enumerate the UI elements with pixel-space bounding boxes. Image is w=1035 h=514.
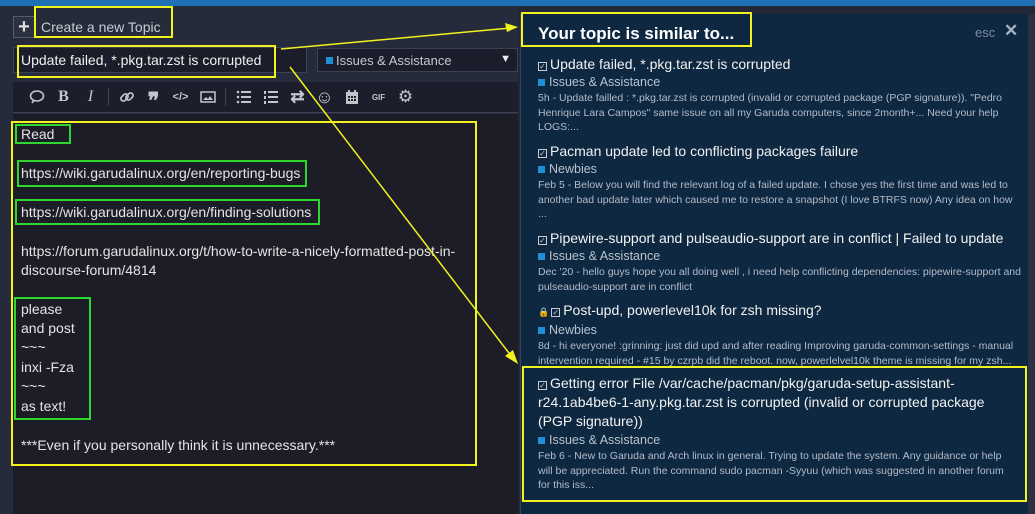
gif-icon[interactable]: GIF — [365, 86, 392, 108]
category-select[interactable]: Issues & Assistance ▼ — [317, 48, 518, 72]
checkbox-icon: ✓ — [551, 308, 561, 317]
bullet-list-icon[interactable] — [230, 86, 257, 108]
calendar-icon[interactable] — [338, 86, 365, 108]
checkbox-icon: ✓ — [538, 62, 547, 71]
similar-topic-item[interactable]: ✓ Pacman update led to conflicting packag… — [538, 142, 1024, 222]
topic-category: Newbies — [549, 323, 597, 337]
topic-excerpt: 8d - hi everyone! :grinning: just did up… — [538, 340, 1014, 367]
category-color-swatch — [538, 166, 545, 173]
toolbar-divider — [108, 88, 109, 106]
bold-icon[interactable]: B — [50, 86, 77, 108]
category-color-swatch — [326, 57, 333, 64]
annotation-box — [17, 45, 276, 78]
topic-category: Issues & Assistance — [549, 75, 661, 89]
similar-topic-item[interactable]: ✓ Update failed, *.pkg.tar.zst is corrupt… — [538, 55, 1024, 135]
emoji-icon[interactable]: ☺ — [311, 86, 338, 108]
toggle-direction-icon[interactable]: ⇄ — [284, 86, 311, 108]
annotation-box — [15, 199, 320, 225]
italic-icon[interactable]: I — [77, 86, 104, 108]
code-icon[interactable]: </> — [167, 86, 194, 108]
close-icon[interactable]: ✕ — [1004, 21, 1018, 41]
annotation-box — [14, 297, 91, 420]
topic-category: Newbies — [549, 162, 597, 176]
scrollbar-track[interactable] — [1028, 14, 1035, 514]
gear-icon[interactable]: ⚙ — [392, 86, 419, 108]
editor-toolbar: B I ❞ </> ⇄ ☺ GIF ⚙ — [13, 82, 518, 113]
topic-excerpt: Feb 5 - Below you will find the relevant… — [538, 179, 1013, 220]
checkbox-icon: ✓ — [538, 149, 547, 158]
lock-icon: 🔒 — [538, 307, 550, 317]
topic-excerpt: 5h - Update failled : *.pkg.tar.zst is c… — [538, 92, 1003, 133]
category-color-swatch — [538, 253, 545, 260]
plus-icon[interactable]: + — [13, 16, 35, 38]
topic-title[interactable]: Post-upd, powerlevel10k for zsh missing? — [563, 302, 821, 318]
chevron-down-icon: ▼ — [500, 53, 511, 65]
topic-title[interactable]: Pipewire-support and pulseaudio-support … — [550, 230, 1003, 246]
similar-topic-item[interactable]: 🔒 ✓ Post-upd, powerlevel10k for zsh missin… — [538, 301, 1024, 368]
quote-icon[interactable] — [23, 86, 50, 108]
annotation-box — [15, 124, 71, 144]
category-label: Issues & Assistance — [336, 53, 452, 68]
topic-excerpt: Dec '20 - hello guys hope you all doing … — [538, 266, 1021, 293]
annotation-box — [34, 6, 173, 38]
topic-title[interactable]: Update failed, *.pkg.tar.zst is corrupte… — [550, 56, 790, 72]
topic-category: Issues & Assistance — [549, 249, 661, 263]
image-icon[interactable] — [194, 86, 221, 108]
category-color-swatch — [538, 327, 545, 334]
annotation-box — [17, 160, 307, 187]
esc-hint: esc — [975, 25, 996, 40]
category-color-swatch — [538, 79, 545, 86]
numbered-list-icon[interactable] — [257, 86, 284, 108]
similar-topic-item[interactable]: ✓ Pipewire-support and pulseaudio-support… — [538, 229, 1024, 294]
link-icon[interactable] — [113, 86, 140, 108]
blockquote-icon[interactable]: ❞ — [140, 86, 167, 112]
annotation-box — [522, 366, 1027, 502]
toolbar-divider — [225, 88, 226, 106]
annotation-box — [521, 12, 752, 47]
topic-title[interactable]: Pacman update led to conflicting package… — [550, 143, 858, 159]
checkbox-icon: ✓ — [538, 236, 547, 245]
